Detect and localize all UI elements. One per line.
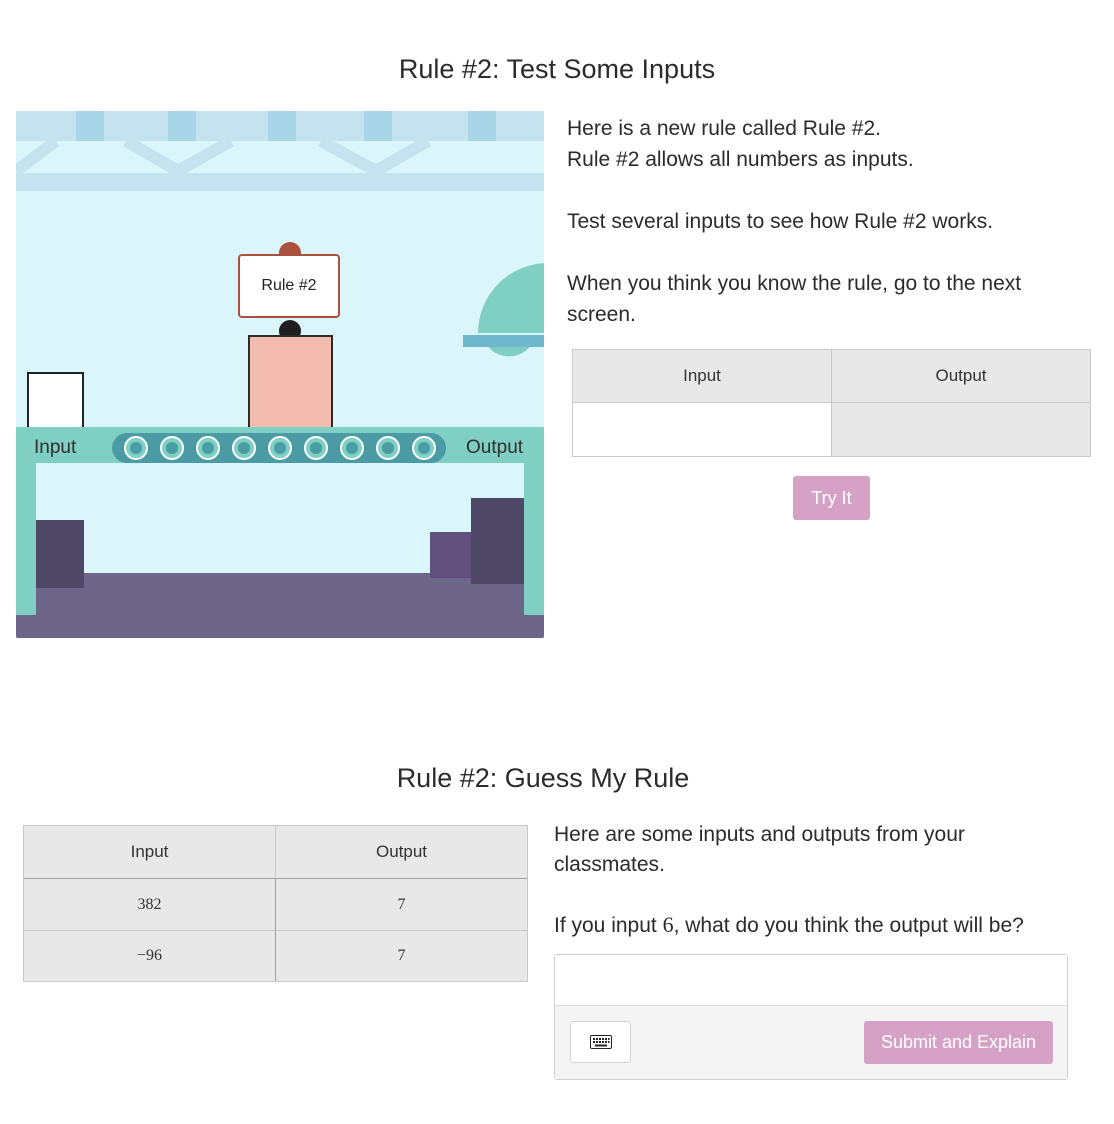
screen2-instructions: Here are some inputs and outputs from yo… <box>554 820 1074 941</box>
ceiling-truss <box>16 135 431 178</box>
try-table-input-cell[interactable] <box>573 403 832 456</box>
keyboard-icon <box>589 1035 612 1049</box>
ceiling-beam-bottom <box>16 173 544 191</box>
input-box <box>27 372 84 429</box>
floor-box-left <box>36 520 84 588</box>
factory-floor <box>16 573 544 638</box>
classmates-header-output: Output <box>276 826 527 879</box>
classmates-table: Input Output 382 7 −96 7 <box>23 825 528 982</box>
lamp-base <box>463 335 544 347</box>
classmates-row2-input: −96 <box>24 931 276 981</box>
question-input-value: 6 <box>662 912 674 937</box>
screen1-title: Rule #2: Test Some Inputs <box>398 54 716 84</box>
classmates-row2-output: 7 <box>276 931 527 981</box>
conveyor-output-label: Output <box>466 437 524 458</box>
keyboard-button[interactable] <box>570 1021 631 1063</box>
try-it-table: Input Output <box>572 349 1091 457</box>
screen2-title: Rule #2: Guess My Rule <box>396 763 690 793</box>
instruction-line-4: When you think you know the rule, go to … <box>567 272 1022 326</box>
answer-footer: Submit and Explain <box>555 1006 1067 1079</box>
classmates-row1-output: 7 <box>276 879 527 931</box>
conveyor-input-label: Input <box>34 437 77 458</box>
floor-box-right <box>471 498 527 584</box>
conveyor-rollers <box>124 436 436 460</box>
classmates-header-input: Input <box>24 826 276 879</box>
try-table-header-output: Output <box>832 350 1090 403</box>
answer-panel: Submit and Explain <box>554 954 1068 1080</box>
classmates-intro: Here are some inputs and outputs from yo… <box>554 823 965 876</box>
floor-box-small <box>430 532 476 578</box>
factory-illustration <box>16 111 544 638</box>
machine-body <box>248 335 333 432</box>
guess-question: If you input 6, what do you think the ou… <box>554 910 1074 941</box>
submit-and-explain-button[interactable]: Submit and Explain <box>864 1021 1053 1064</box>
try-it-button[interactable]: Try It <box>793 476 870 520</box>
try-table-header-input: Input <box>573 350 832 403</box>
machine-rule-label: Rule #2 <box>238 254 340 318</box>
answer-input[interactable] <box>555 955 1067 1006</box>
rule-machine-scene: Rule #2 Input Output <box>16 111 544 638</box>
classmates-row1-input: 382 <box>24 879 276 931</box>
try-table-output-cell <box>832 403 1090 456</box>
question-suffix: , what do you think the output will be? <box>673 914 1024 937</box>
instruction-line-1: Here is a new rule called Rule #2. <box>567 117 881 140</box>
ceiling-lamp <box>478 263 544 333</box>
screen1-instructions: Here is a new rule called Rule #2. Rule … <box>567 113 1087 330</box>
table-leg-left <box>16 463 36 615</box>
instruction-line-3: Test several inputs to see how Rule #2 w… <box>567 210 994 233</box>
instruction-line-2: Rule #2 allows all numbers as inputs. <box>567 148 914 171</box>
table-leg-right <box>524 463 544 615</box>
question-prefix: If you input <box>554 914 663 937</box>
